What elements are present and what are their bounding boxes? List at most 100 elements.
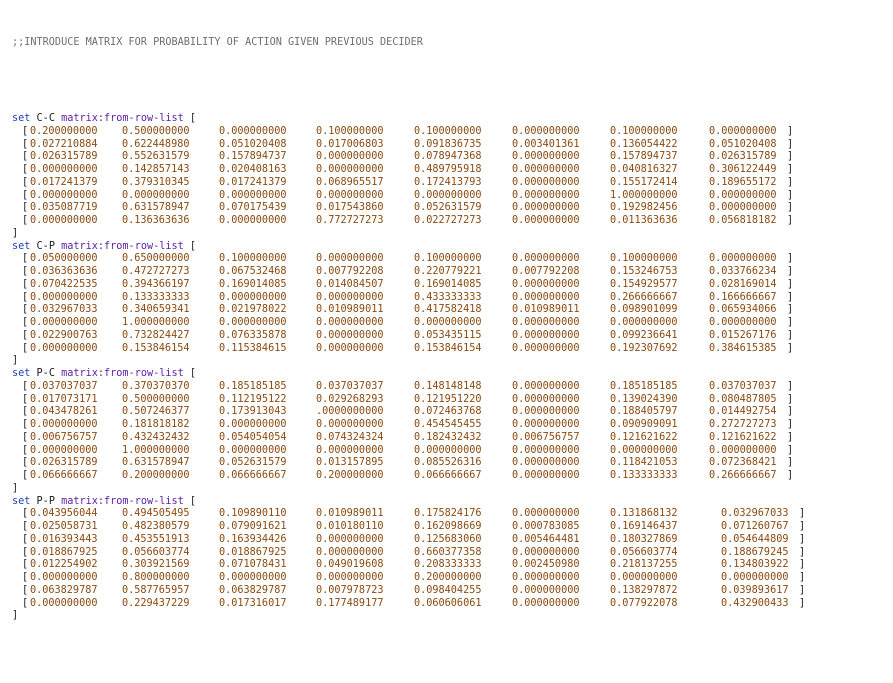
matrix-cell: 0.000000000 [512, 125, 580, 137]
matrix-cell: 0.172413793 [414, 176, 482, 188]
row-open-bracket: [ [22, 546, 29, 558]
matrix-cell: 0.000000000 [610, 572, 678, 583]
matrix-cell: 0.631578947 [122, 202, 190, 214]
matrix-cell: 0.000000000 [512, 444, 580, 456]
row-open-bracket: [ [22, 572, 29, 583]
row-close-bracket: ] [787, 470, 794, 481]
matrix-row: [0.017241379 0.379310345 0.017241379 0.0689… [12, 177, 887, 190]
matrix-cell: 0.109890110 [219, 508, 287, 520]
matrix-cell: 0.136054422 [610, 138, 678, 150]
matrix-cell: 0.068965517 [316, 176, 384, 188]
row-open-bracket: [ [22, 266, 29, 277]
matrix-cell: 0.142857143 [122, 164, 190, 175]
row-open-bracket: [ [22, 151, 29, 163]
matrix-cell: 0.006756757 [512, 431, 580, 443]
row-close-bracket: ] [787, 406, 794, 418]
matrix-cell: 0.070422535 [30, 278, 98, 290]
matrix-cell: 0.098901099 [610, 304, 678, 316]
matrix-cell: 0.000000000 [512, 457, 580, 469]
matrix-cell: 0.181818182 [122, 419, 190, 430]
code-content[interactable]: ;;INTRODUCE MATRIX FOR PROBABILITY OF AC… [12, 11, 887, 649]
row-open-bracket: [ [22, 189, 29, 201]
open-bracket: [ [189, 240, 197, 252]
matrix-cell: 0.000000000 [512, 176, 580, 188]
matrix-cell: 0.432432432 [122, 431, 190, 443]
matrix-cell: 0.100000000 [316, 125, 384, 137]
row-close-bracket: ] [787, 342, 794, 354]
matrix-cell: 0.306122449 [709, 164, 777, 175]
matrix-cell: 0.085526316 [414, 457, 482, 469]
matrix-primitive: matrix:from-row-list [61, 240, 184, 252]
matrix-cell: 0.065934066 [709, 304, 777, 316]
row-close-bracket: ] [787, 444, 794, 456]
matrix-row: [0.022900763 0.732824427 0.076335878 0.0000… [12, 330, 887, 343]
matrix-cell: 0.138297872 [610, 584, 678, 596]
matrix-cell: 0.000000000 [414, 444, 482, 456]
matrix-cell: 0.000000000 [512, 253, 580, 265]
matrix-header-line: set C-C matrix:from-row-list [ [12, 113, 887, 126]
matrix-cell: 0.494505495 [122, 508, 190, 520]
matrix-cell: 0.010989011 [316, 508, 384, 520]
matrix-cell: 0.000000000 [316, 164, 384, 175]
matrix-cell: 0.000000000 [122, 189, 190, 201]
row-close-bracket: ] [787, 202, 794, 214]
matrix-cell: 0.000000000 [512, 584, 580, 596]
matrix-cell: 0.394366197 [122, 278, 190, 290]
matrix-cell: 0.026315789 [30, 151, 98, 163]
matrix-cell: 0.017316017 [219, 597, 287, 609]
matrix-cell: 0.000000000 [219, 215, 287, 226]
matrix-cell: 0.063829787 [30, 584, 98, 596]
matrix-cell: 0.074324324 [316, 431, 384, 443]
matrix-cell: 0.043956044 [30, 508, 98, 520]
matrix-row: [0.035087719 0.631578947 0.070175439 0.0175… [12, 202, 887, 215]
matrix-cell: 0.000000000 [316, 291, 384, 303]
matrix-cell: 0.133333333 [610, 470, 678, 481]
matrix-cell: 0.587765957 [122, 584, 190, 596]
matrix-cell: 0.053435115 [414, 329, 482, 341]
matrix-cell: 0.000000000 [512, 329, 580, 341]
row-close-bracket: ] [787, 419, 794, 430]
open-bracket: [ [189, 495, 197, 507]
row-open-bracket: [ [22, 584, 29, 596]
matrix-row: [0.000000000 0.133333333 0.000000000 0.0000… [12, 292, 887, 305]
matrix-cell: 0.000000000 [30, 597, 98, 609]
row-close-bracket: ] [799, 508, 806, 520]
matrix-cell: 0.000000000 [219, 125, 287, 137]
matrix-cell: 0.134803922 [721, 559, 789, 571]
matrix-cell: 0.229437229 [122, 597, 190, 609]
row-open-bracket: [ [22, 508, 29, 520]
matrix-row: [0.026315789 0.631578947 0.052631579 0.0131… [12, 457, 887, 470]
matrix-cell: 0.017241379 [30, 176, 98, 188]
matrix-cell: 0.185185185 [610, 380, 678, 392]
matrix-cell: 0.000000000 [512, 215, 580, 226]
matrix-name: C-P [36, 240, 55, 252]
row-close-bracket: ] [787, 189, 794, 201]
matrix-cell: 0.000000000 [316, 444, 384, 456]
matrix-cell: 0.000000000 [30, 342, 98, 354]
code-editor[interactable]: ;;INTRODUCE MATRIX FOR PROBABILITY OF AC… [0, 0, 893, 683]
matrix-cell: 0.000000000 [709, 317, 777, 328]
matrix-cell: 0.732824427 [122, 329, 190, 341]
matrix-cell: 0.157894737 [610, 151, 678, 163]
matrix-cell: 0.043478261 [30, 406, 98, 418]
matrix-cell: 0.115384615 [219, 342, 287, 354]
matrix-cell: 0.000000000 [316, 342, 384, 354]
matrix-cell: 0.013157895 [316, 457, 384, 469]
matrix-cell: 0.100000000 [219, 253, 287, 265]
matrix-cell: 0.182432432 [414, 431, 482, 443]
matrix-cell: 0.080487805 [709, 393, 777, 405]
matrix-cell: 0.026315789 [709, 151, 777, 163]
matrix-cell: 0.077922078 [610, 597, 678, 609]
row-close-bracket: ] [799, 584, 806, 596]
matrix-cell: 0.650000000 [122, 253, 190, 265]
matrix-cell: 0.000000000 [512, 278, 580, 290]
matrix-cell: 1.000000000 [122, 317, 190, 328]
matrix-cell: 0.027210884 [30, 138, 98, 150]
matrix-cell: 0.000000000 [512, 546, 580, 558]
matrix-cell: 0.000000000 [721, 572, 789, 583]
row-close-bracket: ] [787, 125, 794, 137]
row-open-bracket: [ [22, 559, 29, 571]
matrix-cell: 0.507246377 [122, 406, 190, 418]
matrix-cell: 0.133333333 [122, 291, 190, 303]
matrix-cell: 0.033766234 [709, 266, 777, 277]
